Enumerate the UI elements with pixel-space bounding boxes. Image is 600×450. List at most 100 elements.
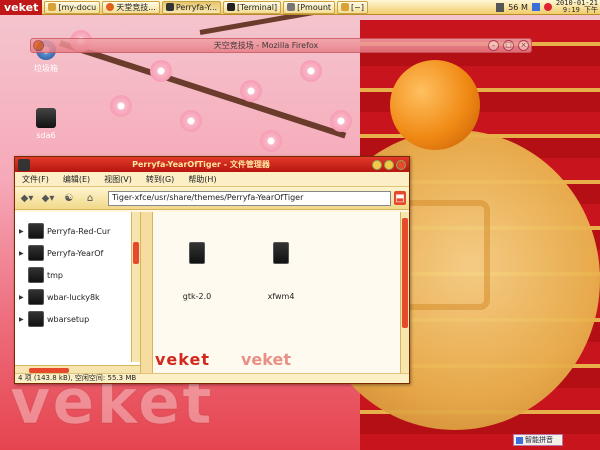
tree-item-label: tmp — [47, 270, 64, 280]
file-item-label: gtk-2.0 — [182, 292, 212, 301]
sidebar-tree: ▶ Perryfa-Red-Cur ▶ Perryfa-YearOf tmp ▶ — [15, 212, 141, 375]
menu-bar: 文件(F) 编辑(E) 视图(V) 转到(G) 帮助(H) — [15, 172, 409, 187]
folder-icon — [273, 242, 289, 264]
task-button-active[interactable]: Perryfa-Y... — [161, 0, 222, 14]
window-watermark: veket — [155, 350, 210, 369]
file-item[interactable]: gtk-2.0 — [167, 242, 227, 301]
network-icon[interactable] — [496, 2, 505, 12]
folder-icon — [28, 245, 44, 261]
expand-arrow-icon[interactable]: ▶ — [19, 228, 25, 235]
task-label: [my-docu — [58, 2, 97, 12]
wallpaper-orange — [390, 60, 480, 150]
drive-icon — [287, 3, 296, 11]
file-item[interactable]: xfwm4 — [251, 242, 311, 301]
maximize-icon[interactable] — [384, 159, 394, 170]
task-button[interactable]: [Terminal] — [223, 0, 282, 14]
location-bar[interactable]: Tiger-xfce/usr/share/themes/Perryfa-Year… — [108, 190, 391, 206]
blossom — [150, 60, 172, 82]
task-label: [Pmount — [297, 2, 332, 12]
close-icon[interactable]: × — [518, 40, 529, 51]
clock-time: 9:19 下午 — [562, 6, 598, 14]
file-manager-body: ▶ Perryfa-Red-Cur ▶ Perryfa-YearOf tmp ▶ — [15, 212, 409, 375]
tree-item[interactable]: ▶ wbar-lucky8k — [19, 286, 131, 308]
scrollbar-thumb[interactable] — [133, 242, 139, 264]
top-panel: veket [my-docu 天堂竞技... Perryfa-Y... [Ter… — [0, 0, 600, 15]
file-item-label: xfwm4 — [267, 292, 295, 301]
folder-icon — [48, 3, 57, 11]
desktop-icon-label: 垃圾箱 — [34, 64, 58, 73]
tree-item[interactable]: ▶ wbarsetup — [19, 308, 131, 330]
desktop-icon-label: sda6 — [36, 131, 56, 140]
expand-arrow-icon[interactable]: ▶ — [19, 316, 25, 323]
minimize-icon[interactable] — [372, 159, 382, 170]
blossom — [240, 80, 262, 102]
file-view-scrollbar[interactable] — [400, 212, 409, 375]
minimize-icon[interactable]: – — [488, 40, 499, 51]
drive-icon — [36, 108, 56, 128]
forward-icon[interactable]: ◆▾ — [39, 190, 57, 206]
filemanager-icon — [18, 158, 30, 171]
window-title: 天空竞技场 - Mozilla Firefox — [213, 41, 319, 50]
blossom — [330, 110, 352, 132]
tree-item-label: Perryfa-Red-Cur — [47, 226, 111, 236]
menu-help[interactable]: 帮助(H) — [181, 174, 223, 185]
task-button[interactable]: [~] — [337, 0, 368, 14]
firefox-icon — [33, 40, 44, 51]
window-watermark: veket — [241, 350, 291, 369]
task-button[interactable]: [Pmount — [283, 0, 336, 14]
location-menu-icon[interactable]: ⬒ — [394, 191, 406, 205]
window-title: Perryfa-YearOfTiger - 文件管理器 — [132, 160, 270, 169]
tree-item-label: wbarsetup — [47, 314, 90, 324]
menu-button[interactable]: veket — [0, 0, 43, 15]
volume-icon[interactable] — [543, 3, 552, 11]
task-label: [Terminal] — [237, 2, 278, 12]
scrollbar-thumb[interactable] — [402, 218, 408, 328]
home-icon[interactable]: ⌂ — [81, 190, 99, 206]
folder-icon — [189, 242, 205, 264]
blossom — [260, 130, 282, 152]
menu-go[interactable]: 转到(G) — [139, 174, 181, 185]
keyboard-icon — [516, 436, 523, 444]
sidebar-vertical-scrollbar[interactable] — [131, 212, 140, 362]
system-tray: 56 M 2010-01-21 9:19 下午 — [496, 0, 600, 15]
tree-item-label: Perryfa-YearOf — [47, 248, 104, 258]
ime-label: 智能拼音 — [525, 436, 553, 444]
close-icon[interactable] — [396, 159, 406, 170]
tree-item[interactable]: ▶ Perryfa-Red-Cur — [19, 220, 131, 242]
up-icon[interactable]: ☯ — [60, 190, 78, 206]
tree-item-label: wbar-lucky8k — [47, 292, 100, 302]
filemanager-icon — [165, 3, 174, 11]
terminal-icon — [227, 3, 236, 11]
maximize-icon[interactable]: □ — [503, 40, 514, 51]
tree-item[interactable]: ▶ Perryfa-YearOf — [19, 242, 131, 264]
cpu-icon[interactable] — [531, 3, 540, 11]
status-bar: 4 项 (143.8 kB), 空闲空间: 55.3 MB — [15, 373, 409, 383]
folder-icon — [28, 311, 44, 327]
blossom — [110, 95, 132, 117]
folder-icon — [341, 3, 350, 11]
clock[interactable]: 2010-01-21 9:19 下午 — [556, 0, 598, 14]
expand-arrow-icon[interactable]: ▶ — [19, 294, 25, 301]
input-method-indicator[interactable]: 智能拼音 — [513, 434, 563, 446]
firefox-window-titlebar[interactable]: 天空竞技场 - Mozilla Firefox – □ × — [30, 38, 532, 53]
wallpaper-branch — [59, 40, 347, 139]
expand-arrow-icon[interactable]: ▶ — [19, 250, 25, 257]
menu-view[interactable]: 视图(V) — [97, 174, 139, 185]
menu-edit[interactable]: 编辑(E) — [56, 174, 97, 185]
window-titlebar[interactable]: Perryfa-YearOfTiger - 文件管理器 — [15, 157, 409, 172]
pane-splitter[interactable] — [141, 212, 153, 375]
blossom — [300, 60, 322, 82]
tree-item[interactable]: tmp — [19, 264, 131, 286]
task-label: Perryfa-Y... — [175, 2, 218, 12]
task-button[interactable]: 天堂竞技... — [102, 0, 160, 14]
folder-icon — [28, 289, 44, 305]
menu-file[interactable]: 文件(F) — [15, 174, 56, 185]
folder-icon — [28, 223, 44, 239]
back-icon[interactable]: ◆▾ — [18, 190, 36, 206]
folder-icon — [28, 267, 44, 283]
toolbar: ◆▾ ◆▾ ☯ ⌂ Tiger-xfce/usr/share/themes/Pe… — [15, 187, 409, 210]
task-button[interactable]: [my-docu — [44, 0, 101, 14]
memory-readout: 56 M — [508, 2, 528, 12]
blossom — [180, 110, 202, 132]
desktop-icon-sda6[interactable]: sda6 — [26, 108, 66, 140]
